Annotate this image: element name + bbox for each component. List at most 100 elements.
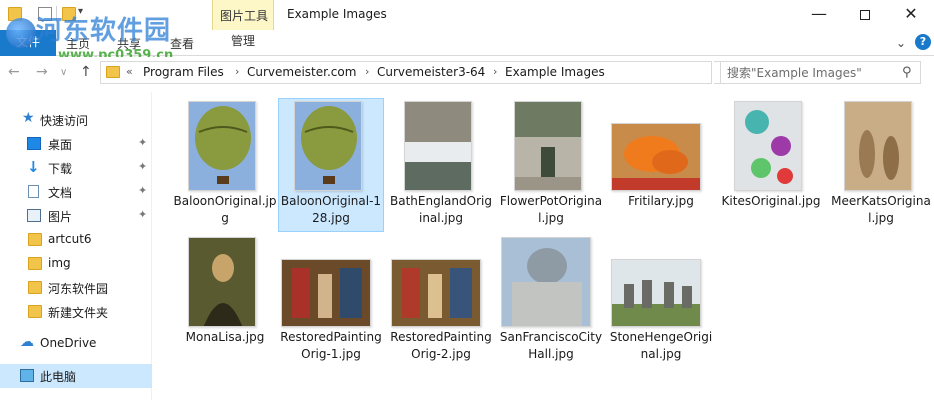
folder-icon: [28, 233, 42, 246]
painting-thumbnail: [281, 259, 371, 327]
maximize-button[interactable]: [842, 0, 888, 30]
file-name: Fritilary.jpg: [628, 194, 694, 208]
picture-tools-label: 图片工具: [219, 9, 268, 23]
pin-icon[interactable]: ✦: [138, 136, 147, 149]
file-name: FlowerPotOriginal.jpg: [499, 194, 603, 225]
sidebar-item-onedrive[interactable]: ☁ OneDrive: [0, 332, 152, 356]
expand-ribbon-icon[interactable]: ⌄: [896, 36, 906, 50]
file-name: BaloonOriginal.jpg: [173, 194, 277, 225]
sidebar-item-label: 快速访问: [40, 114, 89, 128]
sidebar-item-quick-access[interactable]: ★ 快速访问: [0, 108, 152, 132]
file-item[interactable]: RestoredPaintingOrig-2.jpg: [388, 234, 494, 368]
file-item[interactable]: MonaLisa.jpg: [172, 234, 278, 368]
file-item[interactable]: FlowerPotOriginal.jpg: [498, 98, 604, 232]
sidebar-item-label: 河东软件园: [48, 282, 109, 296]
search-box: ⚲: [720, 61, 921, 84]
sidebar-item-label: 此电脑: [40, 370, 77, 384]
minimize-button[interactable]: —: [796, 0, 842, 30]
forward-arrow-icon[interactable]: →: [36, 64, 48, 80]
sidebar-item-pictures[interactable]: 图片 ✦: [0, 204, 152, 228]
butterfly-thumbnail: [611, 123, 701, 191]
navigation-pane: ★ 快速访问 桌面 ✦ ↓ 下载 ✦ 文档 ✦ 图片 ✦ artcut6 img…: [0, 92, 152, 400]
tab-manage[interactable]: 管理: [212, 30, 274, 56]
file-name: MonaLisa.jpg: [185, 330, 265, 344]
breadcrumb-example-images[interactable]: Example Images: [505, 65, 605, 79]
file-name: KitesOriginal.jpg: [721, 194, 821, 208]
window-title: Example Images: [287, 7, 387, 21]
search-icon[interactable]: ⚲: [902, 65, 912, 80]
document-icon: [28, 185, 39, 198]
file-name: BaloonOriginal-128.jpg: [280, 194, 382, 225]
sidebar-item-label: 桌面: [48, 138, 73, 152]
breadcrumb-curvemeister3-64[interactable]: Curvemeister3-64: [377, 65, 485, 79]
file-item[interactable]: SanFranciscoCityHall.jpg: [498, 234, 604, 368]
sidebar-item-label: artcut6: [48, 232, 92, 246]
cityhall-thumbnail: [501, 237, 591, 327]
sidebar-item-label: 下载: [48, 162, 73, 176]
maximize-icon: [860, 10, 870, 20]
balloon-thumbnail: [188, 101, 256, 191]
back-arrow-icon[interactable]: ←: [8, 64, 20, 80]
tab-view[interactable]: 查看: [170, 35, 194, 52]
file-item[interactable]: Fritilary.jpg: [608, 98, 714, 232]
file-name: RestoredPaintingOrig-2.jpg: [390, 330, 492, 361]
sidebar-item-new-folder[interactable]: 新建文件夹: [0, 300, 152, 324]
file-name: BathEnglandOriginal.jpg: [390, 194, 492, 225]
pin-icon[interactable]: ✦: [138, 184, 147, 197]
watermark-title: 河东软件园: [36, 16, 172, 46]
sidebar-item-documents[interactable]: 文档 ✦: [0, 180, 152, 204]
onedrive-icon: ☁: [20, 334, 34, 350]
pin-icon[interactable]: ✦: [138, 208, 147, 221]
file-item[interactable]: BaloonOriginal-128.jpg: [278, 98, 384, 232]
download-icon: ↓: [27, 158, 40, 176]
pin-icon[interactable]: ✦: [138, 160, 147, 173]
file-name: SanFranciscoCityHall.jpg: [499, 330, 603, 361]
breadcrumb-separator-icon: ›: [235, 65, 240, 78]
this-pc-icon: [20, 369, 34, 382]
up-arrow-icon[interactable]: ↑: [80, 64, 92, 80]
monalisa-thumbnail: [188, 237, 256, 327]
breadcrumb-curvemeister-com[interactable]: Curvemeister.com: [247, 65, 356, 79]
breadcrumb-program-files[interactable]: Program Files: [143, 65, 224, 79]
folder-icon: [106, 66, 120, 78]
watermark-logo: [6, 18, 36, 48]
help-icon[interactable]: ?: [915, 34, 931, 50]
meerkats-thumbnail: [844, 101, 912, 191]
file-item[interactable]: BathEnglandOriginal.jpg: [388, 98, 494, 232]
file-name: StoneHengeOriginal.jpg: [609, 330, 713, 361]
breadcrumb-overflow[interactable]: «: [126, 65, 133, 78]
sidebar-item-downloads[interactable]: ↓ 下载 ✦: [0, 156, 152, 180]
stonehenge-thumbnail: [611, 259, 701, 327]
bath-thumbnail: [404, 101, 472, 191]
sidebar-item-this-pc[interactable]: 此电脑: [0, 364, 152, 388]
file-item[interactable]: BaloonOriginal.jpg: [172, 98, 278, 232]
file-list: BaloonOriginal.jpg BaloonOriginal-128.jp…: [156, 92, 934, 400]
folder-icon: [28, 305, 42, 318]
recent-locations-icon[interactable]: ∨: [60, 67, 67, 78]
sidebar-item-label: OneDrive: [40, 336, 97, 350]
desktop-icon: [27, 137, 41, 150]
search-input[interactable]: [727, 64, 897, 81]
folder-icon: [28, 257, 42, 270]
file-item[interactable]: MeerKatsOriginal.jpg: [828, 98, 934, 232]
file-item[interactable]: StoneHengeOriginal.jpg: [608, 234, 714, 368]
file-item[interactable]: KitesOriginal.jpg: [718, 98, 824, 232]
kites-thumbnail: [734, 101, 802, 191]
sidebar-item-img[interactable]: img: [0, 252, 152, 276]
flowerpot-thumbnail: [514, 101, 582, 191]
sidebar-item-desktop[interactable]: 桌面 ✦: [0, 132, 152, 156]
balloon-thumbnail: [294, 101, 362, 191]
painting-thumbnail: [391, 259, 481, 327]
pictures-icon: [27, 209, 41, 222]
sidebar-item-label: 文档: [48, 186, 73, 200]
sidebar-item-hedong[interactable]: 河东软件园: [0, 276, 152, 300]
sidebar-item-label: 图片: [48, 210, 73, 224]
close-button[interactable]: ✕: [888, 0, 934, 30]
folder-icon: [28, 281, 42, 294]
file-name: MeerKatsOriginal.jpg: [831, 194, 931, 225]
address-bar[interactable]: « Program Files › Curvemeister.com › Cur…: [100, 61, 798, 84]
sidebar-item-artcut6[interactable]: artcut6: [0, 228, 152, 252]
breadcrumb-separator-icon: ›: [365, 65, 370, 78]
file-item[interactable]: RestoredPaintingOrig-1.jpg: [278, 234, 384, 368]
breadcrumb-separator-icon: ›: [493, 65, 498, 78]
